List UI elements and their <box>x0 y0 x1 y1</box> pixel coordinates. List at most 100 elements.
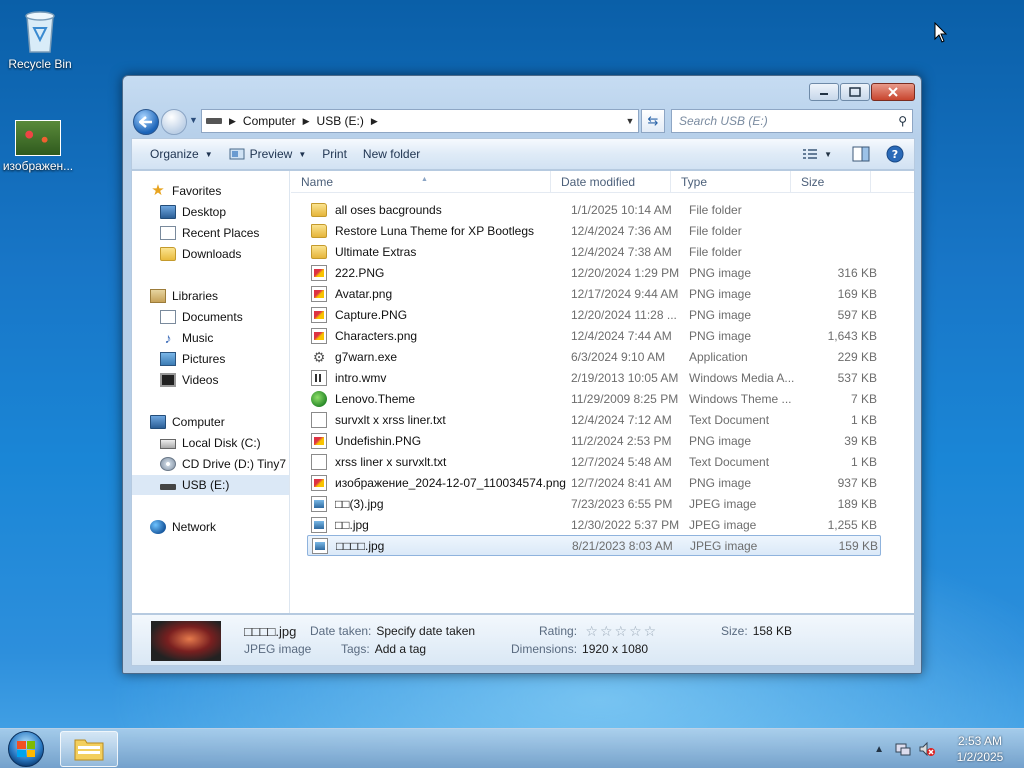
nav-item-usb[interactable]: USB (E:) <box>132 475 289 495</box>
file-size: 937 KB <box>837 475 877 490</box>
nav-item-cd-drive[interactable]: CD Drive (D:) Tiny7 x <box>132 454 289 474</box>
file-row[interactable]: 222.PNG 12/20/2024 1:29 PM PNG image 316 KB <box>307 262 881 283</box>
network-status-icon[interactable] <box>894 741 912 757</box>
file-row[interactable]: изображение_2024-12-07_110034574.png 12/7… <box>307 472 881 493</box>
nav-item-desktop[interactable]: Desktop <box>132 202 289 222</box>
maximize-button[interactable] <box>840 83 870 101</box>
nav-label: Downloads <box>182 247 242 261</box>
file-row[interactable]: Ultimate Extras 12/4/2024 7:38 AM File fol… <box>307 241 881 262</box>
change-view-button[interactable]: ▼ <box>802 148 832 160</box>
file-row[interactable]: Undefishin.PNG 11/2/2024 2:53 PM PNG image… <box>307 430 881 451</box>
png-file-icon <box>311 306 327 323</box>
nav-item-pictures[interactable]: Pictures <box>132 349 289 369</box>
star-icon[interactable]: ☆ <box>644 623 657 640</box>
downloads-folder-icon <box>160 247 176 261</box>
search-input[interactable]: Search USB (E:) ⚲ <box>671 109 913 133</box>
help-icon[interactable]: ? <box>886 145 904 163</box>
file-row[interactable]: □□□□.jpg 8/21/2023 8:03 AM JPEG image 159 K… <box>307 535 881 556</box>
cd-drive-icon <box>160 457 176 471</box>
explorer-window: ▼ ▶ Computer ▶ USB (E:) ▶ ▼ ⇆ Search USB… <box>122 75 922 674</box>
star-icon[interactable]: ☆ <box>585 623 598 640</box>
wmv-file-icon <box>311 369 327 386</box>
music-icon: ♪ <box>164 330 172 346</box>
nav-item-local-disk[interactable]: Local Disk (C:) <box>132 433 289 453</box>
address-dropdown-icon[interactable]: ▼ <box>622 116 638 126</box>
nav-item-documents[interactable]: Documents <box>132 307 289 327</box>
forward-button[interactable] <box>161 109 187 135</box>
recent-pages-dropdown[interactable]: ▼ <box>189 115 199 125</box>
desktop-icon-recycle-bin[interactable]: Recycle Bin <box>0 8 80 71</box>
file-row[interactable]: Capture.PNG 12/20/2024 11:28 ... PNG image… <box>307 304 881 325</box>
refresh-button[interactable]: ⇆ <box>641 109 665 133</box>
file-size: 7 KB <box>850 391 877 406</box>
breadcrumb-chevron-icon[interactable]: ▶ <box>300 116 313 127</box>
file-row[interactable]: Restore Luna Theme for XP Bootlegs 12/4/2… <box>307 220 881 241</box>
file-size: 597 KB <box>837 307 877 322</box>
file-date: 12/7/2024 5:48 AM <box>571 454 672 469</box>
file-row[interactable]: all oses bacgrounds 1/1/2025 10:14 AM File… <box>307 199 881 220</box>
volume-muted-icon[interactable] <box>918 741 936 757</box>
search-icon[interactable]: ⚲ <box>898 114 907 128</box>
nav-favorites[interactable]: ★ Favorites <box>132 181 289 201</box>
breadcrumb-chevron-icon[interactable]: ▶ <box>368 116 381 127</box>
file-name: Capture.PNG <box>335 307 408 322</box>
navigation-pane: ★ Favorites Desktop Recent Places Downloa… <box>132 171 290 613</box>
image-file-icon <box>15 120 61 156</box>
file-row[interactable]: □□.jpg 12/30/2022 5:37 PM JPEG image 1,255 … <box>307 514 881 535</box>
print-button[interactable]: Print <box>314 142 355 166</box>
nav-libraries[interactable]: Libraries <box>132 286 289 306</box>
file-row[interactable]: intro.wmv 2/19/2013 10:05 AM Windows Media… <box>307 367 881 388</box>
preview-pane-button[interactable] <box>852 146 870 162</box>
column-header-size[interactable]: Size <box>791 171 871 193</box>
file-row[interactable]: xrss liner x survxlt.txt 12/7/2024 5:48 A… <box>307 451 881 472</box>
star-icon[interactable]: ☆ <box>600 623 613 640</box>
file-type: PNG image <box>689 328 752 343</box>
star-icon[interactable]: ☆ <box>615 623 628 640</box>
nav-item-music[interactable]: ♪ Music <box>132 328 289 348</box>
close-button[interactable] <box>871 83 915 101</box>
chevron-down-icon: ▼ <box>298 149 307 159</box>
breadcrumb-computer[interactable]: Computer <box>239 114 300 128</box>
file-row[interactable]: □□(3).jpg 7/23/2023 6:55 PM JPEG image 189 … <box>307 493 881 514</box>
nav-item-downloads[interactable]: Downloads <box>132 244 289 264</box>
new-folder-button[interactable]: New folder <box>355 142 428 166</box>
file-row[interactable]: Avatar.png 12/17/2024 9:44 AM PNG image 169… <box>307 283 881 304</box>
date-taken-value[interactable]: Specify date taken <box>376 624 475 638</box>
tags-value[interactable]: Add a tag <box>375 642 426 656</box>
breadcrumb-usb[interactable]: USB (E:) <box>313 114 368 128</box>
star-icon[interactable]: ☆ <box>629 623 642 640</box>
file-size: 537 KB <box>837 370 877 385</box>
png-file-icon <box>311 264 327 281</box>
file-type: PNG image <box>689 433 752 448</box>
file-row[interactable]: Lenovo.Theme 11/29/2009 8:25 PM Windows Th… <box>307 388 881 409</box>
nav-network[interactable]: Network <box>132 517 289 537</box>
breadcrumb-chevron-icon[interactable]: ▶ <box>226 116 239 127</box>
file-type: JPEG image <box>689 517 757 532</box>
rating-stars[interactable]: ☆ ☆ ☆ ☆ ☆ <box>585 623 656 640</box>
column-header-date[interactable]: Date modified <box>551 171 671 193</box>
taskbar-explorer-button[interactable] <box>60 731 118 767</box>
windows-logo-icon <box>8 731 44 767</box>
clock[interactable]: 2:53 AM 1/2/2025 <box>950 733 1010 765</box>
navigation-bar: ▼ ▶ Computer ▶ USB (E:) ▶ ▼ ⇆ Search USB… <box>131 107 915 135</box>
start-button[interactable] <box>4 729 48 768</box>
address-bar[interactable]: ▶ Computer ▶ USB (E:) ▶ ▼ <box>201 109 639 133</box>
nav-computer[interactable]: Computer <box>132 412 289 432</box>
file-row[interactable]: Characters.png 12/4/2024 7:44 AM PNG image… <box>307 325 881 346</box>
file-row[interactable]: ⚙ g7warn.exe 6/3/2024 9:10 AM Application 22… <box>307 346 881 367</box>
back-button[interactable] <box>133 109 159 135</box>
file-row[interactable]: survxlt x xrss liner.txt 12/4/2024 7:12 A… <box>307 409 881 430</box>
column-header-name[interactable]: ▲ Name <box>291 171 551 193</box>
nav-item-recent-places[interactable]: Recent Places <box>132 223 289 243</box>
file-name-cell: Capture.PNG <box>307 306 569 323</box>
exe-file-icon: ⚙ <box>312 348 326 365</box>
desktop-icon-image-file[interactable]: изображен... <box>0 120 78 173</box>
organize-button[interactable]: Organize ▼ <box>142 142 221 166</box>
jpg-file-icon <box>311 495 327 512</box>
column-header-type[interactable]: Type <box>671 171 791 193</box>
preview-button[interactable]: Preview ▼ <box>221 142 315 166</box>
mouse-cursor-icon <box>934 22 948 43</box>
nav-item-videos[interactable]: Videos <box>132 370 289 390</box>
show-hidden-icons-icon[interactable]: ▲ <box>874 744 884 755</box>
minimize-button[interactable] <box>809 83 839 101</box>
